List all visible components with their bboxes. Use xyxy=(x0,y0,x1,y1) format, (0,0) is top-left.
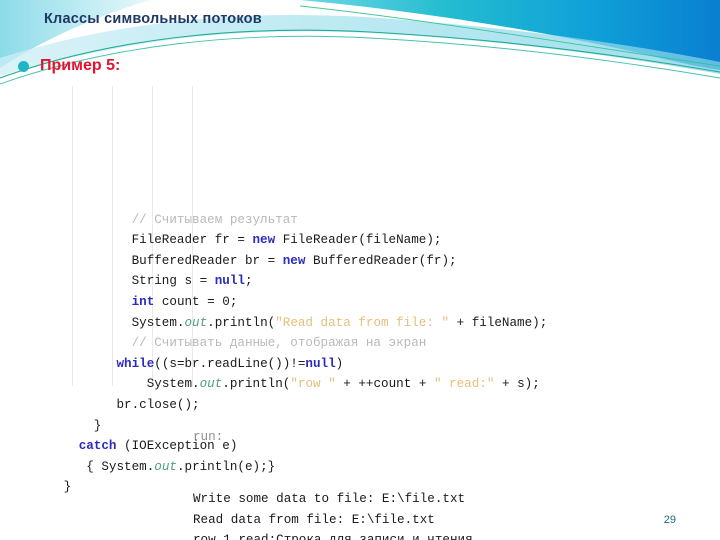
bullet-dot-icon xyxy=(18,60,29,72)
code-token: null xyxy=(214,274,245,289)
code-line: System.out.println("Read data from file:… xyxy=(56,313,676,334)
code-token: System. xyxy=(146,377,200,392)
code-block: // Считываем результат FileReader fr = n… xyxy=(56,86,676,494)
code-token: String s = xyxy=(131,274,215,289)
page-title: Классы символьных потоков xyxy=(44,11,262,27)
code-line: } xyxy=(56,416,676,437)
code-token: FileReader(fileName); xyxy=(275,233,442,248)
code-token: new xyxy=(252,233,276,248)
code-token: count = 0; xyxy=(154,294,238,309)
page-number: 29 xyxy=(663,514,676,526)
code-token: out xyxy=(154,459,177,474)
slide: Классы символьных потоков Пример 5: // С… xyxy=(0,0,720,540)
code-line: while((s=br.readLine())!=null) xyxy=(56,354,676,375)
code-line: int count = 0; xyxy=(56,292,676,313)
code-token: } xyxy=(93,418,102,433)
code-token: // Считываем результат xyxy=(131,212,298,227)
code-line: { System.out.println(e);} xyxy=(56,457,676,478)
code-token: .println( xyxy=(222,377,291,392)
code-line: br.close(); xyxy=(56,395,676,416)
code-token: "row " xyxy=(290,377,336,392)
code-token: br.close(); xyxy=(116,397,200,412)
code-token: while xyxy=(116,356,155,371)
console-line: row 1 read:Строка для записи и чтения. xyxy=(193,530,480,540)
code-token: int xyxy=(131,294,155,309)
code-token: { System. xyxy=(86,459,155,474)
code-token: + fileName); xyxy=(449,315,548,330)
code-token: out xyxy=(199,377,223,392)
code-line: // Считываем результат xyxy=(56,210,676,231)
code-line: BufferedReader br = new BufferedReader(f… xyxy=(56,251,676,272)
code-token: BufferedReader br = xyxy=(131,253,283,268)
code-token: + s); xyxy=(494,377,540,392)
code-token: "Read data from file: " xyxy=(275,315,450,330)
code-line: FileReader fr = new FileReader(fileName)… xyxy=(56,230,676,251)
code-token: // Считывать данные, отображая на экран xyxy=(131,336,427,351)
code-token: .println(e);} xyxy=(176,459,276,474)
code-lines: // Считываем результат FileReader fr = n… xyxy=(56,210,676,498)
code-token: + ++count + xyxy=(335,377,434,392)
code-line: catch (IOException e) xyxy=(56,436,676,457)
code-token: } xyxy=(63,480,72,495)
code-token: ) xyxy=(335,356,344,371)
bullet-label: Пример 5: xyxy=(40,57,121,74)
code-token: BufferedReader(fr); xyxy=(305,253,457,268)
code-token: ; xyxy=(244,274,253,289)
code-token: (IOException e) xyxy=(116,439,238,454)
code-token: ((s=br.readLine())!= xyxy=(154,356,306,371)
console-line: Read data from file: E:\file.txt xyxy=(193,512,435,527)
code-line: String s = null; xyxy=(56,271,676,292)
code-token: System. xyxy=(131,315,185,330)
code-token: catch xyxy=(78,439,117,454)
code-token: new xyxy=(282,253,306,268)
code-token: out xyxy=(184,315,208,330)
code-token: FileReader fr = xyxy=(131,233,253,248)
code-token: null xyxy=(305,356,336,371)
code-line: System.out.println("row " + ++count + " … xyxy=(56,374,676,395)
code-line: } xyxy=(56,477,676,498)
bullet-row: Пример 5: xyxy=(18,57,120,75)
code-token: .println( xyxy=(207,315,276,330)
code-line: // Считывать данные, отображая на экран xyxy=(56,333,676,354)
code-token: " read:" xyxy=(433,377,495,392)
